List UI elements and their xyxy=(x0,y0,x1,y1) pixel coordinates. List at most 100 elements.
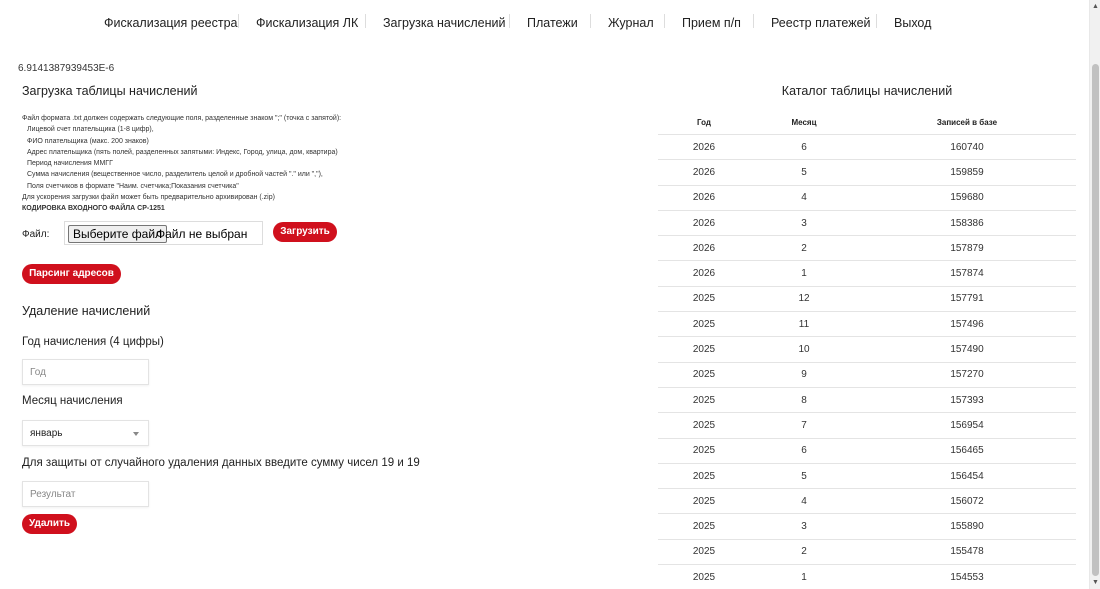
cell-records: 157490 xyxy=(950,344,984,356)
table-row: 2025 11 157496 xyxy=(658,312,1076,338)
cell-year: 2026 xyxy=(692,192,716,204)
cell-month: 10 xyxy=(798,344,810,356)
page-scrollbar[interactable]: ▲ ▼ xyxy=(1089,0,1100,589)
table-row: 2025 9 157270 xyxy=(658,363,1076,388)
cell-month: 2 xyxy=(801,242,807,254)
cell-year: 2025 xyxy=(692,571,716,583)
cell-records: 156954 xyxy=(950,419,984,431)
cell-year: 2025 xyxy=(692,318,716,330)
nav-journal[interactable]: Журнал xyxy=(608,16,654,30)
cell-month: 6 xyxy=(801,445,807,457)
table-row: 2026 4 159680 xyxy=(658,186,1076,211)
month-label: Месяц начисления xyxy=(22,395,123,407)
cell-year: 2026 xyxy=(692,242,716,254)
table-row: 2025 12 157791 xyxy=(658,287,1076,313)
cell-records: 158386 xyxy=(950,217,984,229)
cell-records: 160740 xyxy=(950,141,984,153)
upload-button[interactable]: Загрузить xyxy=(273,222,337,242)
scroll-up-icon[interactable]: ▲ xyxy=(1092,3,1099,10)
cell-month: 3 xyxy=(801,521,807,533)
cell-records: 157791 xyxy=(950,293,984,305)
cell-month: 7 xyxy=(801,419,807,431)
parse-addresses-button[interactable]: Парсинг адресов xyxy=(22,264,121,284)
debug-timing: 6.9141387939453E-6 xyxy=(18,63,115,74)
month-select[interactable]: январь xyxy=(22,420,149,446)
table-row: 2025 10 157490 xyxy=(658,337,1076,363)
desc-line: ФИО плательщика (макс. 200 знаков) xyxy=(27,137,149,145)
table-row: 2025 6 156465 xyxy=(658,439,1076,464)
cell-year: 2025 xyxy=(692,419,716,431)
cell-records: 157270 xyxy=(950,369,984,381)
table-row: 2026 2 157879 xyxy=(658,236,1076,262)
cell-year: 2025 xyxy=(692,394,716,406)
cell-records: 157393 xyxy=(950,394,984,406)
cell-year: 2026 xyxy=(692,217,716,229)
cell-records: 156454 xyxy=(950,470,984,482)
cell-month: 9 xyxy=(801,369,807,381)
upload-title: Загрузка таблицы начислений xyxy=(22,84,198,98)
cell-month: 5 xyxy=(801,166,807,178)
cell-year: 2025 xyxy=(692,293,716,305)
cell-records: 155478 xyxy=(950,546,984,558)
nav-fiscal-registry[interactable]: Фискализация реестра xyxy=(104,16,238,30)
result-input[interactable] xyxy=(22,481,149,507)
table-row: 2025 4 156072 xyxy=(658,489,1076,515)
table-row: 2025 2 155478 xyxy=(658,540,1076,566)
protect-label: Для защиты от случайного удаления данных… xyxy=(22,457,420,469)
desc-line: Поля счетчиков в формате "Наим. счетчика… xyxy=(27,182,239,190)
year-input[interactable] xyxy=(22,359,149,385)
choose-file-button[interactable]: Выберите файл xyxy=(68,225,168,243)
nav-divider xyxy=(365,14,366,28)
cell-month: 3 xyxy=(801,217,807,229)
table-row: 2026 6 160740 xyxy=(658,135,1076,161)
cell-year: 2026 xyxy=(692,166,716,178)
desc-encoding: КОДИРОВКА ВХОДНОГО ФАЙЛА CP-1251 xyxy=(22,205,165,213)
header-month: Месяц xyxy=(791,117,817,127)
cell-records: 157874 xyxy=(950,268,984,280)
catalog-table: Год Месяц Записей в базе 2026 6 160740 2026… xyxy=(658,110,1076,589)
year-label: Год начисления (4 цифры) xyxy=(22,336,164,348)
nav-upload-charges[interactable]: Загрузка начислений xyxy=(383,16,505,30)
table-row: 2025 1 154553 xyxy=(658,565,1076,589)
cell-month: 11 xyxy=(798,318,810,330)
scroll-thumb[interactable] xyxy=(1092,64,1099,576)
cell-month: 4 xyxy=(801,495,807,507)
delete-button[interactable]: Удалить xyxy=(22,514,77,534)
table-row: 2026 5 159859 xyxy=(658,160,1076,186)
nav-fiscal-lk[interactable]: Фискализация ЛК xyxy=(256,16,358,30)
cell-year: 2025 xyxy=(692,546,716,558)
nav-divider xyxy=(664,14,665,28)
cell-year: 2025 xyxy=(692,521,716,533)
header-year: Год xyxy=(697,117,711,127)
table-row: 2025 7 156954 xyxy=(658,413,1076,439)
cell-year: 2025 xyxy=(692,369,716,381)
desc-line: Файл формата .txt должен содержать следу… xyxy=(22,115,342,122)
delete-title: Удаление начислений xyxy=(22,304,151,318)
cell-records: 159859 xyxy=(950,166,984,178)
cell-year: 2025 xyxy=(692,344,716,356)
table-row: 2025 3 155890 xyxy=(658,514,1076,540)
table-header: Год Месяц Записей в базе xyxy=(658,110,1076,135)
cell-month: 8 xyxy=(801,394,807,406)
cell-records: 154553 xyxy=(950,571,984,583)
cell-month: 6 xyxy=(801,141,807,153)
table-row: 2025 8 157393 xyxy=(658,388,1076,414)
cell-records: 155890 xyxy=(950,521,984,533)
cell-month: 1 xyxy=(801,571,807,583)
nav-payments[interactable]: Платежи xyxy=(527,16,578,30)
header-records: Записей в базе xyxy=(936,117,998,127)
catalog-title: Каталог таблицы начислений xyxy=(781,84,953,98)
nav-payment-registry[interactable]: Реестр платежей xyxy=(771,16,871,30)
cell-records: 156072 xyxy=(950,495,984,507)
cell-year: 2025 xyxy=(692,470,716,482)
nav-divider xyxy=(238,14,239,28)
table-row: 2026 3 158386 xyxy=(658,211,1076,237)
nav-receive-pp[interactable]: Прием п/п xyxy=(682,16,741,30)
cell-year: 2026 xyxy=(692,268,716,280)
scroll-down-icon[interactable]: ▼ xyxy=(1092,579,1099,586)
table-row: 2025 5 156454 xyxy=(658,464,1076,490)
desc-line: Сумма начисления (вещественное число, ра… xyxy=(27,171,323,179)
nav-logout[interactable]: Выход xyxy=(894,16,931,30)
file-input[interactable]: Выберите файл Файл не выбран xyxy=(64,221,263,245)
cell-records: 157879 xyxy=(950,242,984,254)
